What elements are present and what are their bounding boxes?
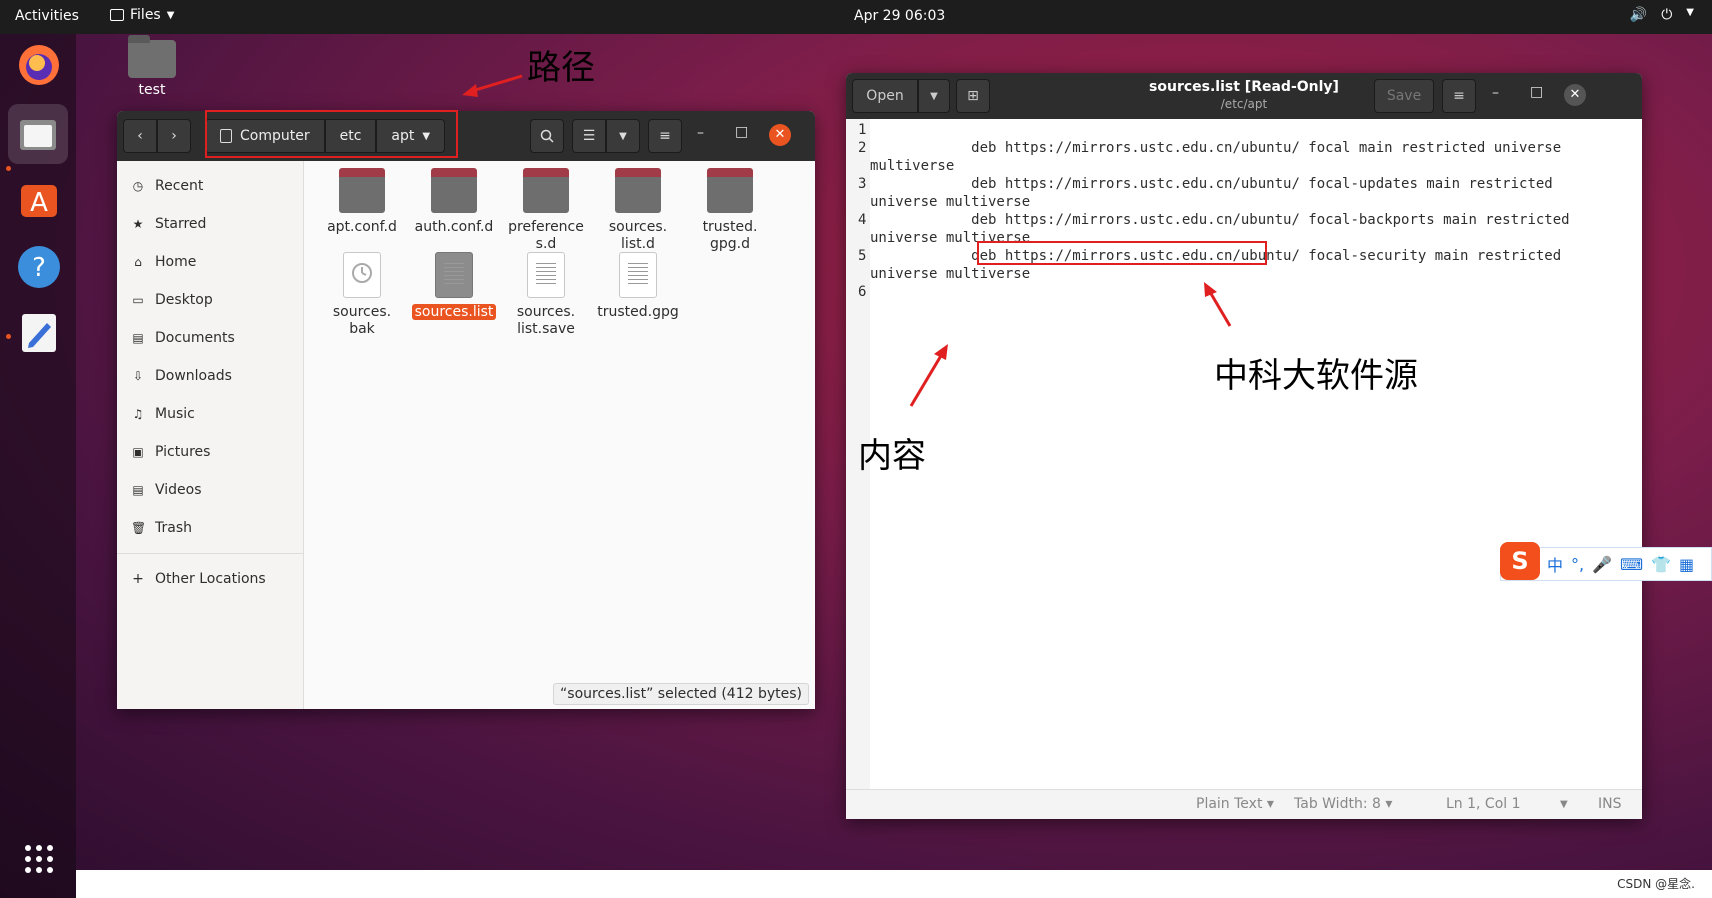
skin-icon[interactable]: 👕 [1651, 555, 1671, 574]
ime-logo[interactable]: S [1500, 542, 1540, 580]
watermark: CSDN @星念. [1614, 875, 1698, 892]
ime-mode[interactable]: 中 [1547, 552, 1563, 576]
annotation-path-label: 路径 [527, 48, 595, 88]
keyboard-icon[interactable]: ⌨ [1620, 555, 1643, 574]
microphone-icon[interactable]: 🎤 [1592, 555, 1612, 574]
annotation-arrows [462, 74, 1232, 407]
bottom-strip [76, 870, 1712, 898]
ime-punctuation[interactable]: °, [1571, 555, 1584, 574]
grid-icon[interactable]: ▦ [1679, 555, 1694, 574]
annotation-content-label: 内容 [858, 436, 926, 476]
annotation-mirror-label: 中科大软件源 [1214, 356, 1418, 396]
